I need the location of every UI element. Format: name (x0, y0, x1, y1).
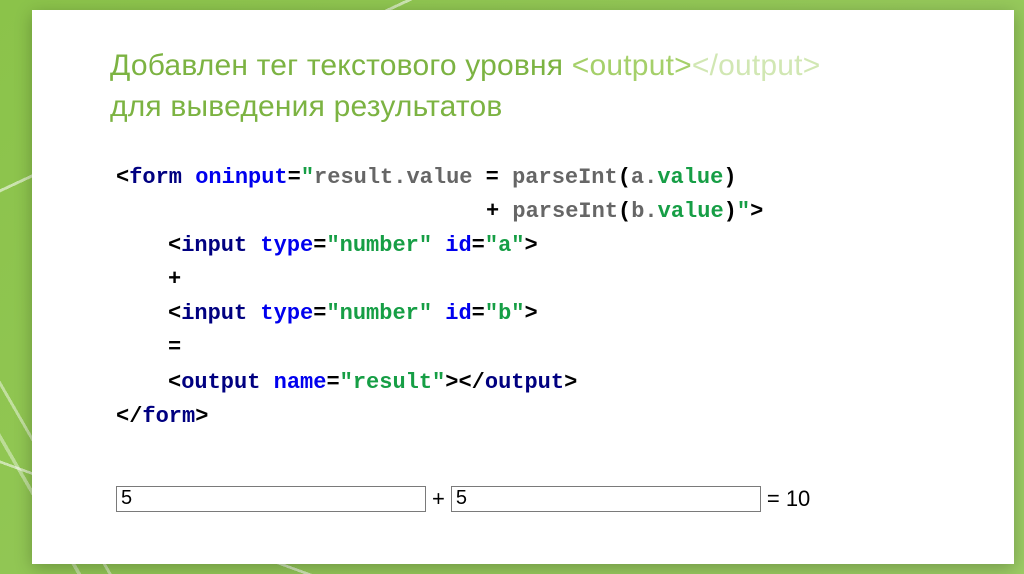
title-output-open: <output> (572, 49, 692, 82)
title-output-close: </output> (692, 49, 821, 82)
demo-result: = 10 (767, 486, 810, 512)
title-part1: Добавлен тег текстового уровня (110, 49, 572, 82)
code-plus: + (116, 263, 181, 297)
code-attr-type: type (260, 233, 313, 258)
code-angle: < (116, 165, 129, 190)
code-block: <form oninput="result.value = parseInt(a… (116, 161, 954, 434)
code-attr-id: id (445, 233, 471, 258)
code-attr-oninput: oninput (195, 165, 287, 190)
code-parseint2: parseInt (512, 199, 618, 224)
slide-card: Добавлен тег текстового уровня <output><… (32, 10, 1014, 564)
slide-title: Добавлен тег текстового уровня <output><… (110, 46, 954, 127)
code-tag-input: input (181, 233, 247, 258)
code-tag-form-close: form (142, 404, 195, 429)
demo-plus: + (432, 486, 445, 512)
code-tag-input2: input (181, 301, 247, 326)
code-tag-output: output (181, 370, 260, 395)
title-part2: для выведения результатов (110, 90, 503, 123)
code-result-value: result.value (314, 165, 472, 190)
demo-row: + = 10 (116, 486, 954, 512)
demo-input-a[interactable] (116, 486, 426, 512)
code-attr-name: name (274, 370, 327, 395)
demo-input-b[interactable] (451, 486, 761, 512)
code-parseint: parseInt (512, 165, 618, 190)
code-tag-form: form (129, 165, 182, 190)
code-equals: = (116, 331, 181, 365)
